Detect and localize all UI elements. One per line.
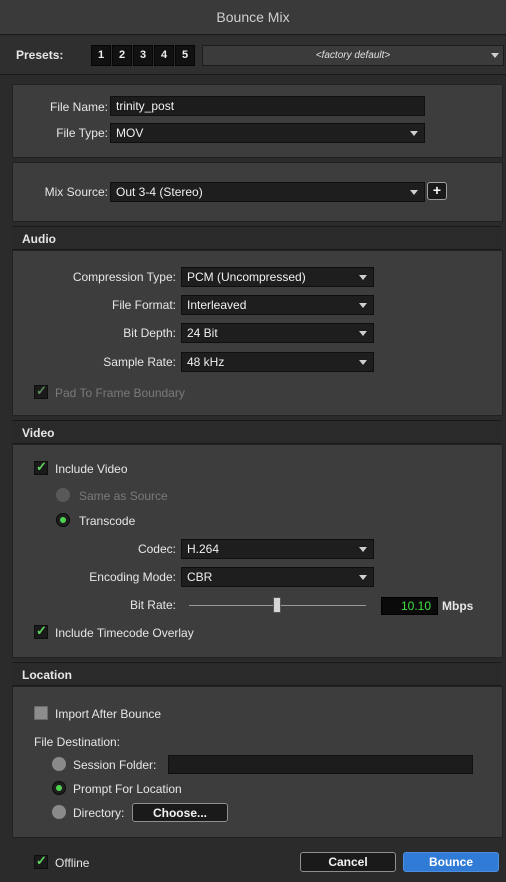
checkmark-icon: ✓ [36, 623, 47, 638]
chevron-down-icon [359, 575, 367, 580]
file-name-label: File Name: [49, 100, 108, 114]
sample-rate-label: Sample Rate: [103, 355, 176, 369]
prompt-for-location-label: Prompt For Location [73, 782, 182, 796]
offline-checkbox[interactable]: ✓ [34, 853, 48, 869]
chevron-down-icon [359, 303, 367, 308]
preset-button-4[interactable]: 4 [154, 45, 174, 66]
bit-depth-label: Bit Depth: [123, 326, 176, 340]
choose-directory-button[interactable]: Choose... [132, 803, 228, 822]
location-section-header: Location [12, 662, 501, 686]
sample-rate-value: 48 kHz [187, 355, 225, 369]
window-title: Bounce Mix [0, 0, 506, 35]
bit-rate-value[interactable]: 10.10 [381, 597, 438, 615]
chevron-down-icon [410, 190, 418, 195]
codec-dropdown[interactable]: H.264 [181, 539, 374, 559]
video-section-header: Video [12, 420, 501, 444]
preset-select-value: <factory default> [315, 50, 391, 61]
presets-bar: Presets: 1 2 3 4 5 <factory default> [0, 36, 506, 75]
prompt-for-location-radio[interactable] [52, 781, 66, 795]
encoding-mode-value: CBR [187, 570, 213, 584]
same-as-source-radio[interactable] [56, 488, 70, 502]
session-folder-radio[interactable] [52, 757, 66, 771]
chevron-down-icon [491, 53, 499, 58]
file-format-label: File Format: [111, 298, 176, 312]
preset-button-1[interactable]: 1 [91, 45, 111, 66]
import-after-bounce-checkbox[interactable] [34, 706, 48, 720]
sample-rate-dropdown[interactable]: 48 kHz [181, 352, 374, 372]
session-folder-label: Session Folder: [73, 758, 157, 772]
include-timecode-checkbox[interactable]: ✓ [34, 623, 48, 639]
chevron-down-icon [359, 275, 367, 280]
same-as-source-label: Same as Source [79, 489, 168, 503]
encoding-mode-dropdown[interactable]: CBR [181, 567, 374, 587]
checkmark-icon: ✓ [36, 459, 47, 474]
chevron-down-icon [359, 360, 367, 365]
compression-type-value: PCM (Uncompressed) [187, 270, 306, 284]
preset-button-2[interactable]: 2 [112, 45, 132, 66]
file-type-label: File Type: [56, 126, 108, 140]
session-folder-input[interactable] [168, 755, 473, 774]
encoding-mode-label: Encoding Mode: [89, 570, 176, 584]
bit-depth-dropdown[interactable]: 24 Bit [181, 323, 374, 343]
add-mix-source-button[interactable]: + [427, 182, 447, 200]
checkmark-icon: ✓ [36, 853, 47, 868]
preset-button-5[interactable]: 5 [175, 45, 195, 66]
bit-rate-unit: Mbps [442, 599, 474, 613]
bit-rate-label: Bit Rate: [129, 598, 176, 612]
transcode-label: Transcode [79, 514, 136, 528]
presets-label: Presets: [16, 48, 64, 62]
chevron-down-icon [359, 547, 367, 552]
include-video-checkbox[interactable]: ✓ [34, 459, 48, 475]
directory-radio[interactable] [52, 805, 66, 819]
checkmark-icon: ✓ [36, 383, 47, 398]
file-name-input[interactable]: trinity_post [110, 96, 425, 116]
file-format-dropdown[interactable]: Interleaved [181, 295, 374, 315]
file-format-value: Interleaved [187, 298, 247, 312]
pad-to-frame-label: Pad To Frame Boundary [55, 386, 185, 400]
file-destination-label: File Destination: [34, 735, 121, 749]
preset-select[interactable]: <factory default> [202, 45, 504, 66]
bit-rate-slider-thumb[interactable] [273, 597, 281, 613]
include-timecode-label: Include Timecode Overlay [55, 626, 194, 640]
codec-value: H.264 [187, 542, 220, 556]
offline-label: Offline [55, 856, 90, 870]
preset-button-3[interactable]: 3 [133, 45, 153, 66]
import-after-bounce-label: Import After Bounce [55, 707, 162, 721]
mix-source-label: Mix Source: [44, 185, 108, 199]
pad-to-frame-checkbox[interactable]: ✓ [34, 383, 48, 399]
transcode-radio[interactable] [56, 513, 70, 527]
bounce-button[interactable]: Bounce [403, 852, 499, 872]
chevron-down-icon [359, 331, 367, 336]
mix-source-dropdown[interactable]: Out 3-4 (Stereo) [110, 182, 425, 202]
audio-section-header: Audio [12, 226, 501, 250]
compression-type-label: Compression Type: [72, 270, 176, 284]
mix-source-value: Out 3-4 (Stereo) [116, 185, 203, 199]
chevron-down-icon [410, 131, 418, 136]
directory-label: Directory: [73, 806, 125, 820]
bit-depth-value: 24 Bit [187, 326, 218, 340]
file-type-dropdown[interactable]: MOV [110, 123, 425, 143]
compression-type-dropdown[interactable]: PCM (Uncompressed) [181, 267, 374, 287]
cancel-button[interactable]: Cancel [300, 852, 396, 872]
codec-label: Codec: [137, 542, 176, 556]
dialog-footer: ✓ Offline Cancel Bounce [0, 842, 506, 882]
include-video-label: Include Video [55, 462, 128, 476]
file-type-value: MOV [116, 126, 144, 140]
